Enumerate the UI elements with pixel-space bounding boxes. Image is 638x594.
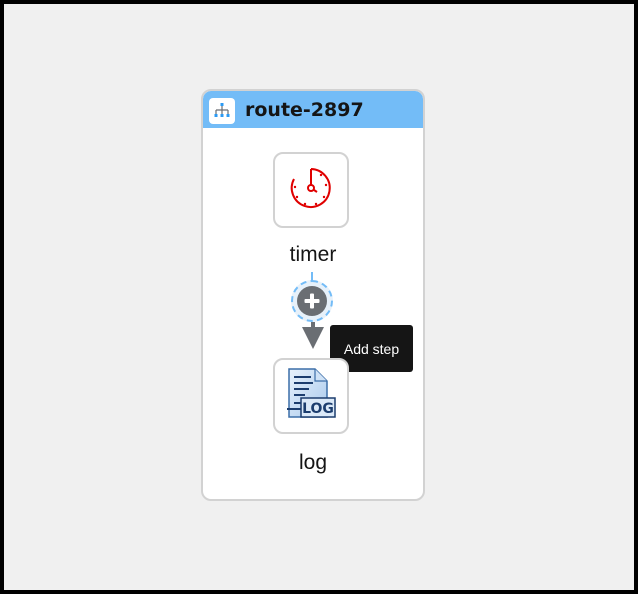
route-hierarchy-icon	[209, 98, 235, 124]
step-label-log: log	[298, 451, 328, 474]
log-icon-text: LOG	[302, 401, 334, 417]
timer-clock-icon	[288, 165, 334, 215]
add-step-button[interactable]	[291, 280, 333, 322]
connector-arrow	[302, 327, 324, 349]
canvas: route-2897 timer Add step LOG log	[0, 0, 638, 594]
step-timer[interactable]	[273, 152, 349, 228]
step-log[interactable]: LOG	[273, 358, 349, 434]
plus-circle-icon	[297, 286, 327, 316]
route-title: route-2897	[245, 99, 364, 121]
route-header[interactable]: route-2897	[203, 91, 423, 128]
log-document-icon: LOG	[285, 367, 337, 425]
step-label-timer: timer	[289, 243, 337, 266]
